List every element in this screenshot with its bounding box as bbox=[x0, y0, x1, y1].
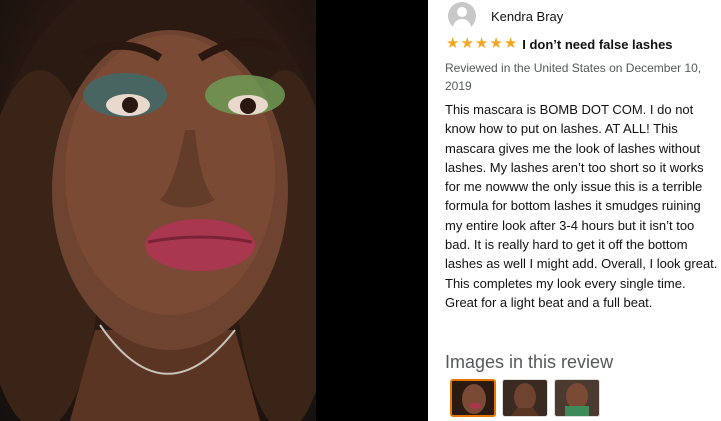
reviewer-name[interactable]: Kendra Bray bbox=[491, 9, 563, 24]
star-icon: ★ bbox=[474, 35, 489, 52]
avatar bbox=[448, 2, 476, 30]
star-rating: ★ ★ ★ ★ ★ bbox=[446, 36, 518, 52]
star-icon: ★ bbox=[489, 35, 503, 52]
review-photo-viewer bbox=[0, 0, 428, 421]
user-silhouette-icon bbox=[457, 7, 467, 17]
star-icon: ★ bbox=[503, 35, 518, 52]
review-title-row: ★ ★ ★ ★ ★ I don’t need false lashes bbox=[446, 36, 673, 52]
review-date: Reviewed in the United States on Decembe… bbox=[445, 61, 702, 93]
review-image-thumbnail-3[interactable] bbox=[554, 379, 600, 417]
review-photo bbox=[0, 0, 316, 421]
images-heading: Images in this review bbox=[445, 352, 614, 372]
review-image-thumbnail-2[interactable] bbox=[502, 379, 548, 417]
review-title[interactable]: I don’t need false lashes bbox=[522, 37, 672, 52]
star-icon: ★ bbox=[446, 35, 460, 52]
reviewer-info: Kendra Bray bbox=[448, 2, 563, 30]
review-image-thumbnail-1[interactable] bbox=[450, 379, 496, 417]
review-image-thumbnails bbox=[450, 379, 606, 417]
star-icon: ★ bbox=[460, 35, 474, 52]
review-body: This mascara is BOMB DOT COM. I do not k… bbox=[445, 102, 718, 310]
review-panel: Kendra Bray ★ ★ ★ ★ ★ I don’t need false… bbox=[442, 0, 721, 421]
